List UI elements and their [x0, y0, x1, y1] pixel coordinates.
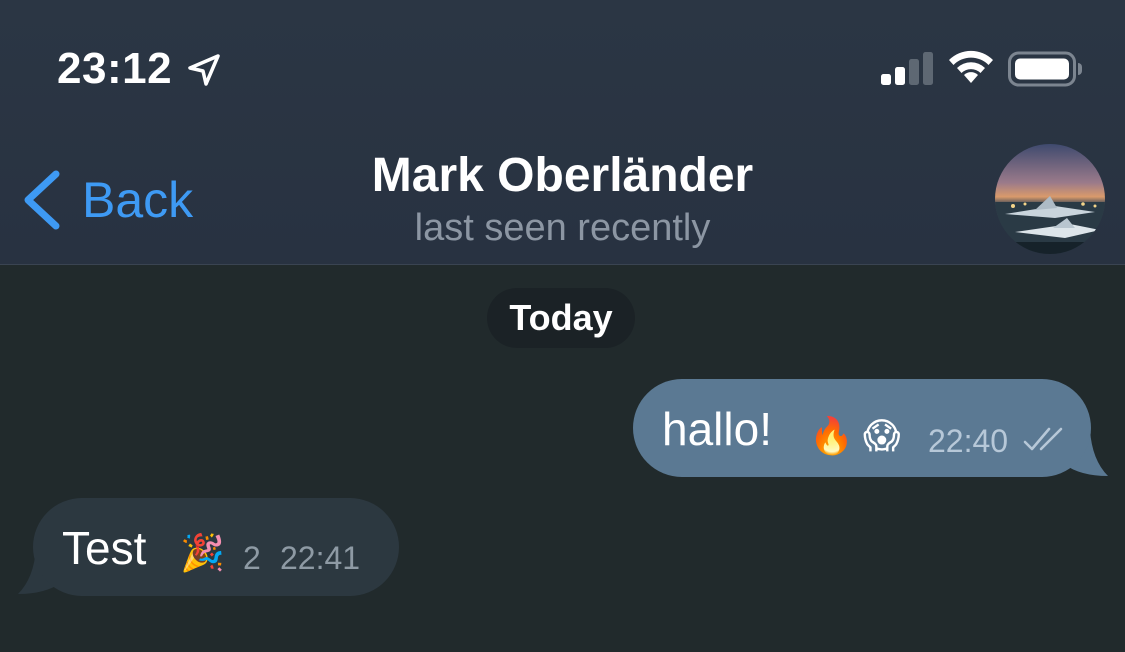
message-text: hallo!: [662, 403, 772, 455]
reaction-count: 2: [243, 540, 261, 576]
status-bar: 23:12: [0, 0, 1125, 130]
fire-reaction[interactable]: 🔥: [809, 418, 854, 454]
message-time: 22:41: [280, 540, 361, 576]
chevron-left-icon: [24, 170, 60, 230]
party-popper-reaction[interactable]: 🎉: [180, 535, 225, 571]
location-arrow-icon: [188, 54, 220, 86]
status-time: 23:12: [57, 44, 173, 93]
cellular-signal-icon: [881, 52, 933, 85]
back-button-label: Back: [82, 172, 194, 228]
message-time: 22:40: [928, 423, 1009, 459]
battery-icon: [1008, 51, 1082, 87]
incoming-message-bubble[interactable]: Test 🎉 2 22:41: [33, 498, 399, 596]
contact-avatar[interactable]: [995, 144, 1105, 254]
outgoing-message-bubble[interactable]: hallo! 🔥 😱 22:40: [633, 379, 1091, 477]
chat-header: 23:12 Back Mark Oberländer last seen rec…: [0, 0, 1125, 265]
avatar-photo: [995, 144, 1105, 254]
message-text: Test: [62, 522, 147, 574]
date-separator: Today: [487, 288, 635, 348]
scream-reaction[interactable]: 😱: [863, 418, 901, 454]
wifi-icon: [949, 50, 993, 83]
double-check-icon: [1023, 427, 1063, 451]
back-button[interactable]: Back: [20, 165, 193, 235]
